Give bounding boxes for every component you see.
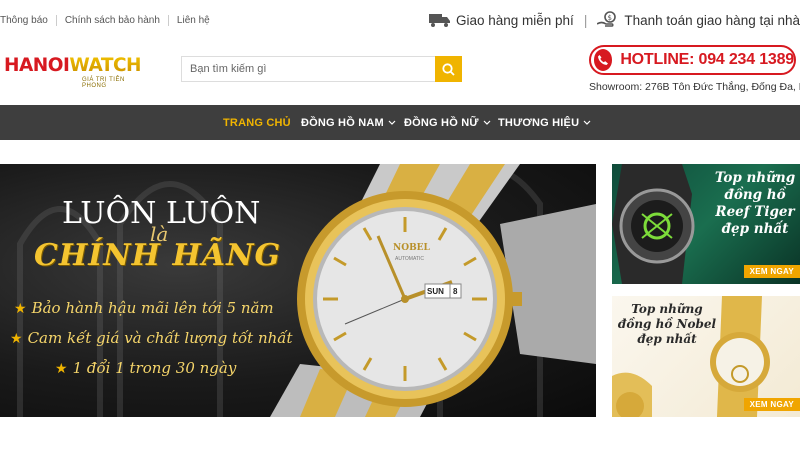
logo-part-watch: WATCH: [69, 55, 142, 76]
hotline-number: HOTLINE: 094 234 1389: [620, 51, 794, 68]
view-now-button[interactable]: XEM NGAY: [743, 265, 800, 278]
search-icon: [442, 62, 455, 76]
logo-tagline: GIÁ TRỊ TIÊN PHONG: [82, 77, 125, 89]
payment-on-delivery-text: Thanh toán giao hàng tại nhà: [624, 12, 800, 28]
title-line: đồng hồ: [724, 187, 786, 203]
nav-item-label: THƯƠNG HIỆU: [498, 116, 580, 129]
top-links: Thông báo Chính sách bảo hành Liên hệ: [0, 15, 218, 26]
side-banner-title: Top những đồng hồ Reef Tiger đẹp nhất: [710, 170, 800, 238]
reef-tiger-watch-image: [612, 164, 695, 284]
watch-brand-label: NOBEL: [393, 243, 430, 253]
top-link-announcements[interactable]: Thông báo: [0, 15, 56, 26]
star-icon: ★: [55, 361, 68, 377]
title-line: Top những: [631, 302, 703, 316]
banner-bullet: ★ Bảo hành hậu mãi lên tới 5 năm: [14, 299, 274, 317]
chevron-down-icon: [583, 120, 591, 126]
nav-item-home[interactable]: TRANG CHỦ: [223, 105, 291, 140]
logo-wordmark: HANOIWATCH: [4, 56, 144, 76]
cash-on-delivery-icon: $: [597, 11, 619, 29]
hotline-badge[interactable]: HOTLINE: 094 234 1389: [589, 45, 796, 75]
showroom-address: Showroom: 276B Tôn Đức Thắng, Đống Đa, H…: [589, 81, 800, 93]
side-banner-reef-tiger[interactable]: Top những đồng hồ Reef Tiger đẹp nhất XE…: [612, 164, 800, 284]
main-promo-banner[interactable]: NOBEL AUTOMATIC SUN 8 LUÔN LUÔN là CHÍNH…: [0, 164, 596, 417]
service-info: Giao hàng miễn phí | $ Thanh toán giao h…: [428, 11, 800, 29]
watch-day-label: SUN: [427, 287, 444, 296]
main-nav: TRANG CHỦ ĐỒNG HỒ NAM ĐỒNG HỒ NỮ THƯƠNG …: [0, 105, 800, 140]
truck-icon: [428, 12, 451, 28]
title-line: đẹp nhất: [721, 221, 789, 237]
chevron-down-icon: [483, 120, 491, 126]
top-link-contact[interactable]: Liên hệ: [169, 15, 218, 26]
logo-part-hanoi: HANOI: [4, 55, 70, 76]
chevron-down-icon: [388, 120, 396, 126]
side-banner-nobel[interactable]: Top những đồng hồ Nobel đẹp nhất XEM NGA…: [612, 296, 800, 417]
search-input[interactable]: [181, 56, 435, 82]
title-line: đồng hồ Nobel: [617, 317, 717, 331]
nav-item-label: ĐỒNG HỒ NỮ: [404, 116, 479, 129]
nav-item-brands[interactable]: THƯƠNG HIỆU: [498, 105, 591, 140]
title-line: Top những: [714, 170, 796, 186]
search-button[interactable]: [435, 56, 462, 82]
watch-sub-label: AUTOMATIC: [395, 256, 424, 262]
star-icon: ★: [10, 331, 23, 347]
banner-bullet: ★ Cam kết giá và chất lượng tốt nhất: [10, 329, 293, 347]
nav-item-mens-watches[interactable]: ĐỒNG HỒ NAM: [301, 105, 396, 140]
bullet-text: 1 đổi 1 trong 30 ngày: [72, 359, 237, 377]
side-banner-title: Top những đồng hồ Nobel đẹp nhất: [612, 302, 722, 347]
free-shipping-text: Giao hàng miễn phí: [455, 12, 574, 28]
nav-item-womens-watches[interactable]: ĐỒNG HỒ NỮ: [404, 105, 491, 140]
banner-bullet: ★ 1 đổi 1 trong 30 ngày: [55, 359, 236, 377]
star-icon: ★: [14, 301, 27, 317]
phone-icon: [594, 49, 613, 71]
watch-date-label: 8: [453, 287, 458, 296]
top-link-warranty[interactable]: Chính sách bảo hành: [57, 15, 168, 26]
title-line: Reef Tiger: [715, 204, 795, 220]
bullet-text: Cam kết giá và chất lượng tốt nhất: [27, 329, 293, 347]
top-bar: Thông báo Chính sách bảo hành Liên hệ Gi…: [0, 0, 800, 42]
title-line: đẹp nhất: [637, 332, 697, 346]
svg-text:$: $: [608, 14, 612, 22]
view-now-button[interactable]: XEM NGAY: [743, 398, 800, 411]
banner-emphasis: CHÍNH HÃNG: [34, 238, 282, 273]
separator: |: [583, 12, 588, 28]
site-logo[interactable]: HANOIWATCH GIÁ TRỊ TIÊN PHONG: [4, 56, 144, 90]
nav-item-label: TRANG CHỦ: [223, 116, 291, 129]
search-bar: [181, 56, 462, 82]
bullet-text: Bảo hành hậu mãi lên tới 5 năm: [31, 299, 274, 317]
nav-item-label: ĐỒNG HỒ NAM: [301, 116, 384, 129]
